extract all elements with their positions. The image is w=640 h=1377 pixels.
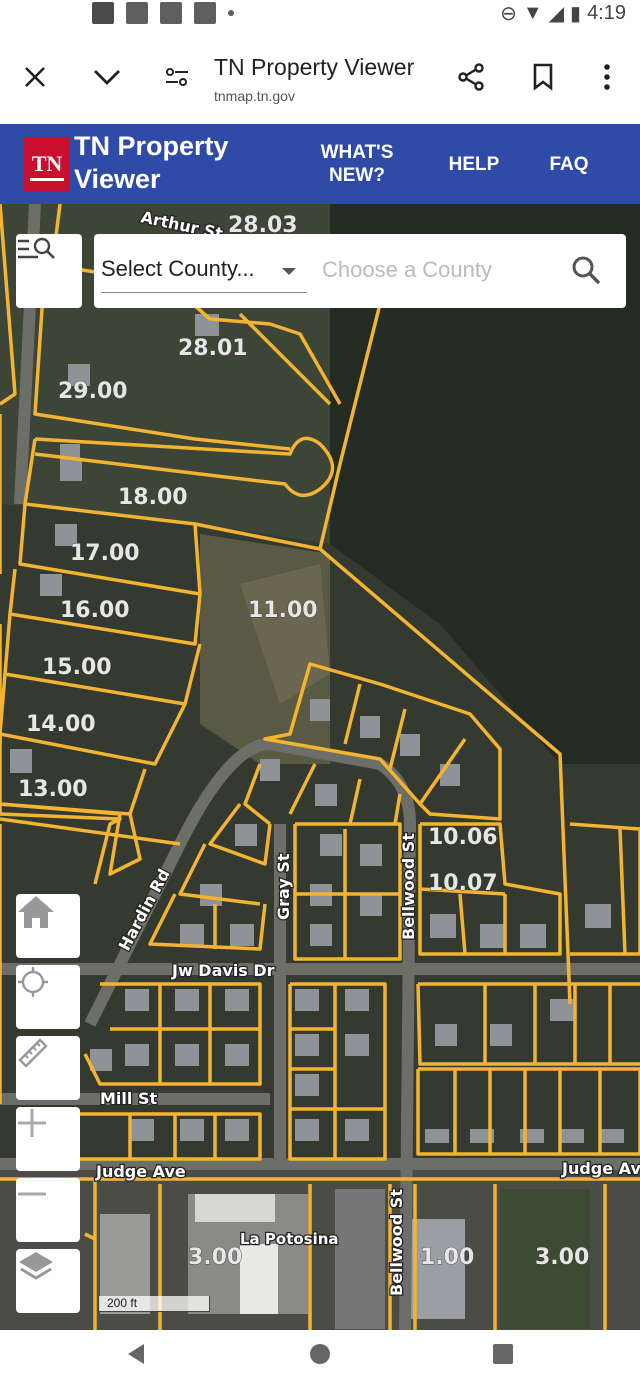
map-scale-bar: 200 ft [98, 1296, 210, 1312]
notification-icon [126, 2, 148, 24]
back-icon[interactable] [124, 1342, 148, 1366]
browser-toolbar: TN Property Viewer tnmap.tn.gov [0, 28, 640, 124]
county-select[interactable]: Select County... [101, 256, 255, 282]
locate-button[interactable] [16, 965, 80, 1029]
app-title[interactable]: TN Property Viewer [74, 130, 264, 196]
plus-icon [18, 1109, 46, 1137]
home-button[interactable] [16, 894, 80, 958]
parcel-label: 10.07 [428, 871, 498, 896]
chevron-down-icon[interactable] [282, 268, 296, 275]
bookmark-icon[interactable] [528, 62, 558, 92]
notification-icon [160, 2, 182, 24]
home-icon [18, 896, 54, 928]
close-icon[interactable] [20, 62, 50, 92]
app-header: TN TN Property Viewer WHAT'S NEW? HELP F… [0, 124, 640, 204]
street-label: Judge Ave [95, 1162, 186, 1181]
parcel-label: 13.00 [18, 777, 88, 802]
wifi-icon: ▼ [522, 2, 543, 24]
signal-icon: ◢ [548, 3, 565, 25]
app-notification-icon [92, 2, 114, 24]
county-search-input[interactable] [322, 254, 562, 286]
system-nav-bar [0, 1330, 640, 1377]
layers-icon [19, 1252, 53, 1280]
parcel-label: 14.00 [26, 712, 96, 737]
minus-icon [18, 1192, 46, 1196]
page-url: tnmap.tn.gov [214, 88, 295, 104]
search-list-icon [18, 237, 55, 259]
clock: 4:19 [587, 2, 626, 24]
nav-help[interactable]: HELP [440, 124, 508, 204]
street-label: Gray St [274, 853, 293, 920]
home-nav-icon[interactable] [308, 1342, 332, 1366]
notification-icons [92, 2, 234, 24]
parcel-label: 15.00 [42, 655, 112, 680]
parcel-label: 11.00 [248, 598, 318, 623]
street-label: Jw Davis Dr [171, 961, 275, 980]
crosshair-icon [18, 967, 48, 997]
nav-whats-new[interactable]: WHAT'S NEW? [312, 124, 402, 204]
tn-logo[interactable]: TN [24, 137, 70, 191]
more-notifications-icon [228, 10, 234, 16]
dnd-icon: ⊖ [500, 3, 517, 25]
zoom-in-button[interactable] [16, 1107, 80, 1171]
select-underline [101, 292, 307, 293]
layers-button[interactable] [16, 1249, 80, 1313]
search-menu-button[interactable] [16, 234, 82, 308]
search-box: Select County... [94, 234, 626, 308]
parcel-label: 17.00 [70, 541, 140, 566]
ruler-icon [18, 1038, 48, 1068]
search-panel: Select County... [16, 234, 626, 308]
street-label: Mill St [100, 1089, 157, 1108]
parcel-label: 10.06 [428, 825, 498, 850]
share-icon[interactable] [456, 62, 486, 92]
chevron-down-icon[interactable] [92, 62, 122, 92]
street-label: Bellwood St [387, 1189, 406, 1296]
status-bar: ⊖ ▼ ◢ ▮ 4:19 [0, 0, 640, 28]
parcel-label: 16.00 [60, 598, 130, 623]
site-settings-icon[interactable] [162, 62, 192, 92]
aerial-imagery: 28.03 28.01 29.00 18.00 17.00 16.00 15.0… [0, 204, 640, 1330]
notification-icon [194, 2, 216, 24]
parcel-label: 3.00 [535, 1245, 589, 1270]
street-label: Judge Av [561, 1159, 640, 1178]
parcel-label: 29.00 [58, 379, 128, 404]
page-title: TN Property Viewer [214, 54, 415, 80]
parcel-map[interactable]: 28.03 28.01 29.00 18.00 17.00 16.00 15.0… [0, 204, 640, 1330]
measure-button[interactable] [16, 1036, 80, 1100]
parcel-label: 28.01 [178, 336, 248, 361]
recents-icon[interactable] [492, 1343, 514, 1365]
street-label: Bellwood St [399, 833, 418, 940]
parcel-label: 3.00 [188, 1245, 242, 1270]
zoom-out-button[interactable] [16, 1178, 80, 1242]
parcel-label: 1.00 [420, 1245, 474, 1270]
nav-faq[interactable]: FAQ [540, 124, 598, 204]
battery-icon: ▮ [570, 3, 582, 25]
parcel-label: 18.00 [118, 485, 188, 510]
business-label: La Potosina [240, 1230, 339, 1248]
more-vert-icon[interactable] [592, 62, 622, 92]
